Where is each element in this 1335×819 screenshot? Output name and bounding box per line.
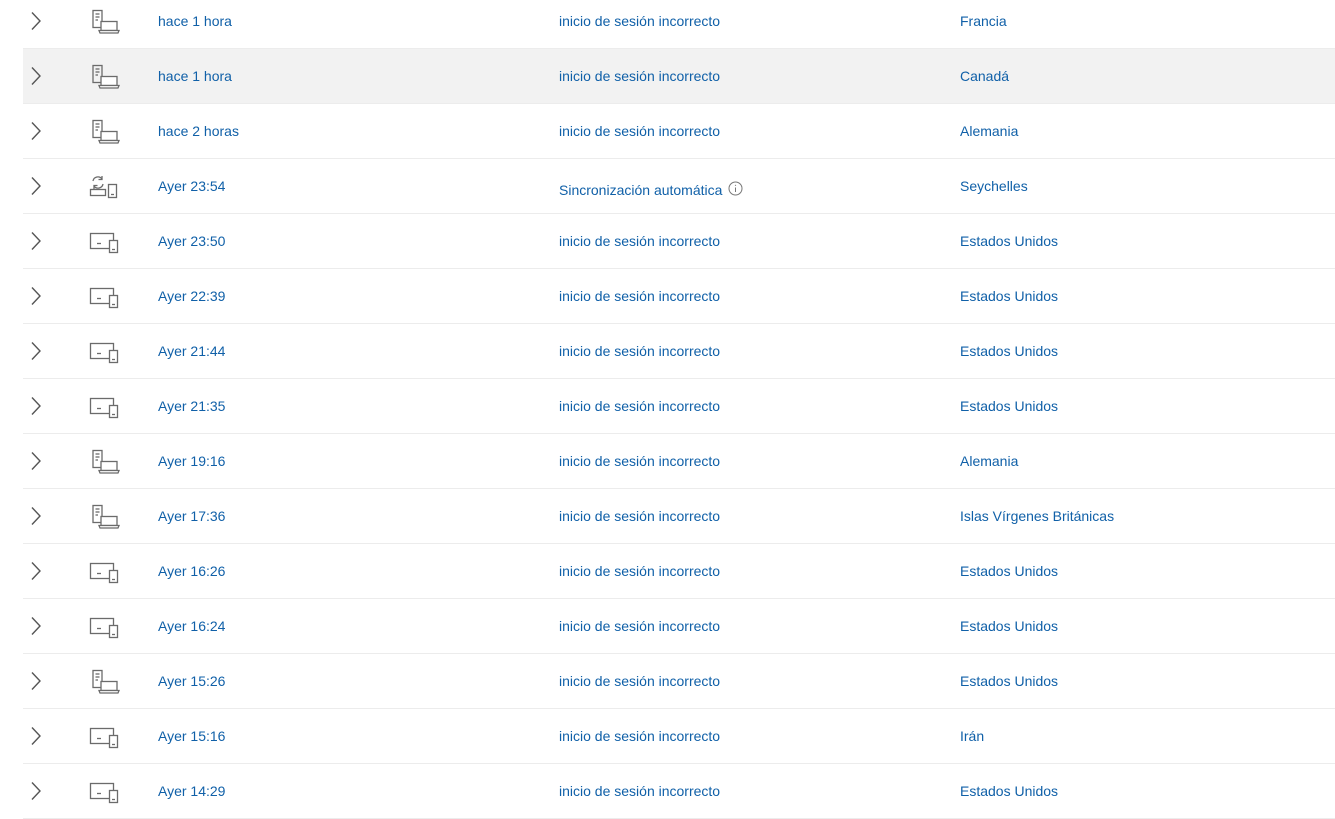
activity-type-cell: Sincronización automática: [559, 159, 743, 221]
activity-row[interactable]: Ayer 16:26 inicio de sesión incorrecto Est…: [23, 544, 1335, 599]
activity-location[interactable]: Estados Unidos: [960, 654, 1058, 708]
activity-location[interactable]: Islas Vírgenes Británicas: [960, 489, 1114, 543]
monitor-phone-icon: [89, 229, 123, 255]
activity-type[interactable]: inicio de sesión incorrecto: [559, 544, 720, 598]
activity-time[interactable]: Ayer 23:50: [158, 214, 225, 268]
activity-time[interactable]: Ayer 17:36: [158, 489, 225, 543]
activity-time[interactable]: hace 2 horas: [158, 104, 239, 158]
activity-location[interactable]: Estados Unidos: [960, 544, 1058, 598]
activity-row[interactable]: Ayer 15:16 inicio de sesión incorrecto Irá…: [23, 709, 1335, 764]
monitor-phone-icon: [89, 614, 123, 640]
activity-location[interactable]: Estados Unidos: [960, 269, 1058, 323]
monitor-phone-icon: [89, 339, 123, 365]
server-laptop-icon: [89, 449, 123, 475]
activity-time[interactable]: Ayer 15:16: [158, 709, 225, 763]
activity-time[interactable]: Ayer 16:24: [158, 599, 225, 653]
activity-type[interactable]: inicio de sesión incorrecto: [559, 379, 720, 433]
activity-row[interactable]: Ayer 15:26 inicio de sesión incorrecto Est…: [23, 654, 1335, 709]
chevron-right-icon[interactable]: [29, 451, 43, 471]
monitor-phone-icon: [89, 779, 123, 805]
activity-time[interactable]: Ayer 19:16: [158, 434, 225, 488]
activity-type[interactable]: inicio de sesión incorrecto: [559, 49, 720, 103]
activity-row[interactable]: Ayer 22:39 inicio de sesión incorrecto Est…: [23, 269, 1335, 324]
activity-type[interactable]: inicio de sesión incorrecto: [559, 0, 720, 48]
server-laptop-icon: [89, 9, 123, 35]
server-laptop-icon: [89, 119, 123, 145]
activity-row[interactable]: Ayer 21:35 inicio de sesión incorrecto Est…: [23, 379, 1335, 434]
activity-location[interactable]: Francia: [960, 0, 1007, 48]
chevron-right-icon[interactable]: [29, 561, 43, 581]
activity-row[interactable]: hace 2 horas inicio de sesión incorrecto A…: [23, 104, 1335, 159]
activity-list: hace 1 hora inicio de sesión incorrecto Fr…: [23, 0, 1335, 819]
activity-type[interactable]: inicio de sesión incorrecto: [559, 269, 720, 323]
activity-type[interactable]: inicio de sesión incorrecto: [559, 434, 720, 488]
chevron-right-icon[interactable]: [29, 176, 43, 196]
activity-type[interactable]: inicio de sesión incorrecto: [559, 214, 720, 268]
monitor-phone-icon: [89, 394, 123, 420]
activity-type[interactable]: inicio de sesión incorrecto: [559, 489, 720, 543]
chevron-right-icon[interactable]: [29, 506, 43, 526]
activity-location[interactable]: Alemania: [960, 104, 1018, 158]
activity-row[interactable]: Ayer 17:36 inicio de sesión incorrecto Isl…: [23, 489, 1335, 544]
activity-location[interactable]: Alemania: [960, 434, 1018, 488]
activity-time[interactable]: hace 1 hora: [158, 49, 232, 103]
activity-row[interactable]: Ayer 19:16 inicio de sesión incorrecto Ale…: [23, 434, 1335, 489]
chevron-right-icon[interactable]: [29, 616, 43, 636]
activity-location[interactable]: Seychelles: [960, 159, 1028, 213]
activity-type[interactable]: inicio de sesión incorrecto: [559, 654, 720, 708]
activity-time[interactable]: Ayer 14:29: [158, 764, 225, 818]
chevron-right-icon[interactable]: [29, 726, 43, 746]
activity-time[interactable]: Ayer 22:39: [158, 269, 225, 323]
activity-row[interactable]: Ayer 16:24 inicio de sesión incorrecto Est…: [23, 599, 1335, 654]
activity-type[interactable]: Sincronización automática: [559, 182, 722, 198]
activity-type[interactable]: inicio de sesión incorrecto: [559, 709, 720, 763]
activity-time[interactable]: hace 1 hora: [158, 0, 232, 48]
activity-type[interactable]: inicio de sesión incorrecto: [559, 324, 720, 378]
monitor-phone-icon: [89, 724, 123, 750]
chevron-right-icon[interactable]: [29, 11, 43, 31]
activity-location[interactable]: Irán: [960, 709, 984, 763]
activity-type[interactable]: inicio de sesión incorrecto: [559, 104, 720, 158]
info-icon[interactable]: [728, 181, 743, 196]
activity-location[interactable]: Estados Unidos: [960, 214, 1058, 268]
chevron-right-icon[interactable]: [29, 121, 43, 141]
activity-location[interactable]: Estados Unidos: [960, 379, 1058, 433]
chevron-right-icon[interactable]: [29, 286, 43, 306]
server-laptop-icon: [89, 64, 123, 90]
chevron-right-icon[interactable]: [29, 396, 43, 416]
activity-row[interactable]: Ayer 23:50 inicio de sesión incorrecto Est…: [23, 214, 1335, 269]
activity-type[interactable]: inicio de sesión incorrecto: [559, 764, 720, 818]
activity-row[interactable]: Ayer 21:44 inicio de sesión incorrecto Est…: [23, 324, 1335, 379]
chevron-right-icon[interactable]: [29, 66, 43, 86]
activity-time[interactable]: Ayer 23:54: [158, 159, 225, 213]
server-laptop-icon: [89, 504, 123, 530]
monitor-phone-icon: [89, 559, 123, 585]
activity-row[interactable]: Ayer 23:54 Sincronización automática Seych…: [23, 159, 1335, 214]
chevron-right-icon[interactable]: [29, 671, 43, 691]
monitor-phone-icon: [89, 284, 123, 310]
activity-time[interactable]: Ayer 16:26: [158, 544, 225, 598]
chevron-right-icon[interactable]: [29, 781, 43, 801]
activity-location[interactable]: Canadá: [960, 49, 1009, 103]
activity-location[interactable]: Estados Unidos: [960, 599, 1058, 653]
activity-location[interactable]: Estados Unidos: [960, 764, 1058, 818]
activity-row[interactable]: Ayer 14:29 inicio de sesión incorrecto Est…: [23, 764, 1335, 819]
activity-time[interactable]: Ayer 15:26: [158, 654, 225, 708]
activity-row[interactable]: hace 1 hora inicio de sesión incorrecto Fr…: [23, 0, 1335, 49]
activity-type[interactable]: inicio de sesión incorrecto: [559, 599, 720, 653]
activity-row[interactable]: hace 1 hora inicio de sesión incorrecto Ca…: [23, 49, 1335, 104]
server-laptop-icon: [89, 669, 123, 695]
chevron-right-icon[interactable]: [29, 231, 43, 251]
activity-location[interactable]: Estados Unidos: [960, 324, 1058, 378]
activity-time[interactable]: Ayer 21:44: [158, 324, 225, 378]
activity-time[interactable]: Ayer 21:35: [158, 379, 225, 433]
sync-devices-icon: [89, 174, 123, 200]
chevron-right-icon[interactable]: [29, 341, 43, 361]
